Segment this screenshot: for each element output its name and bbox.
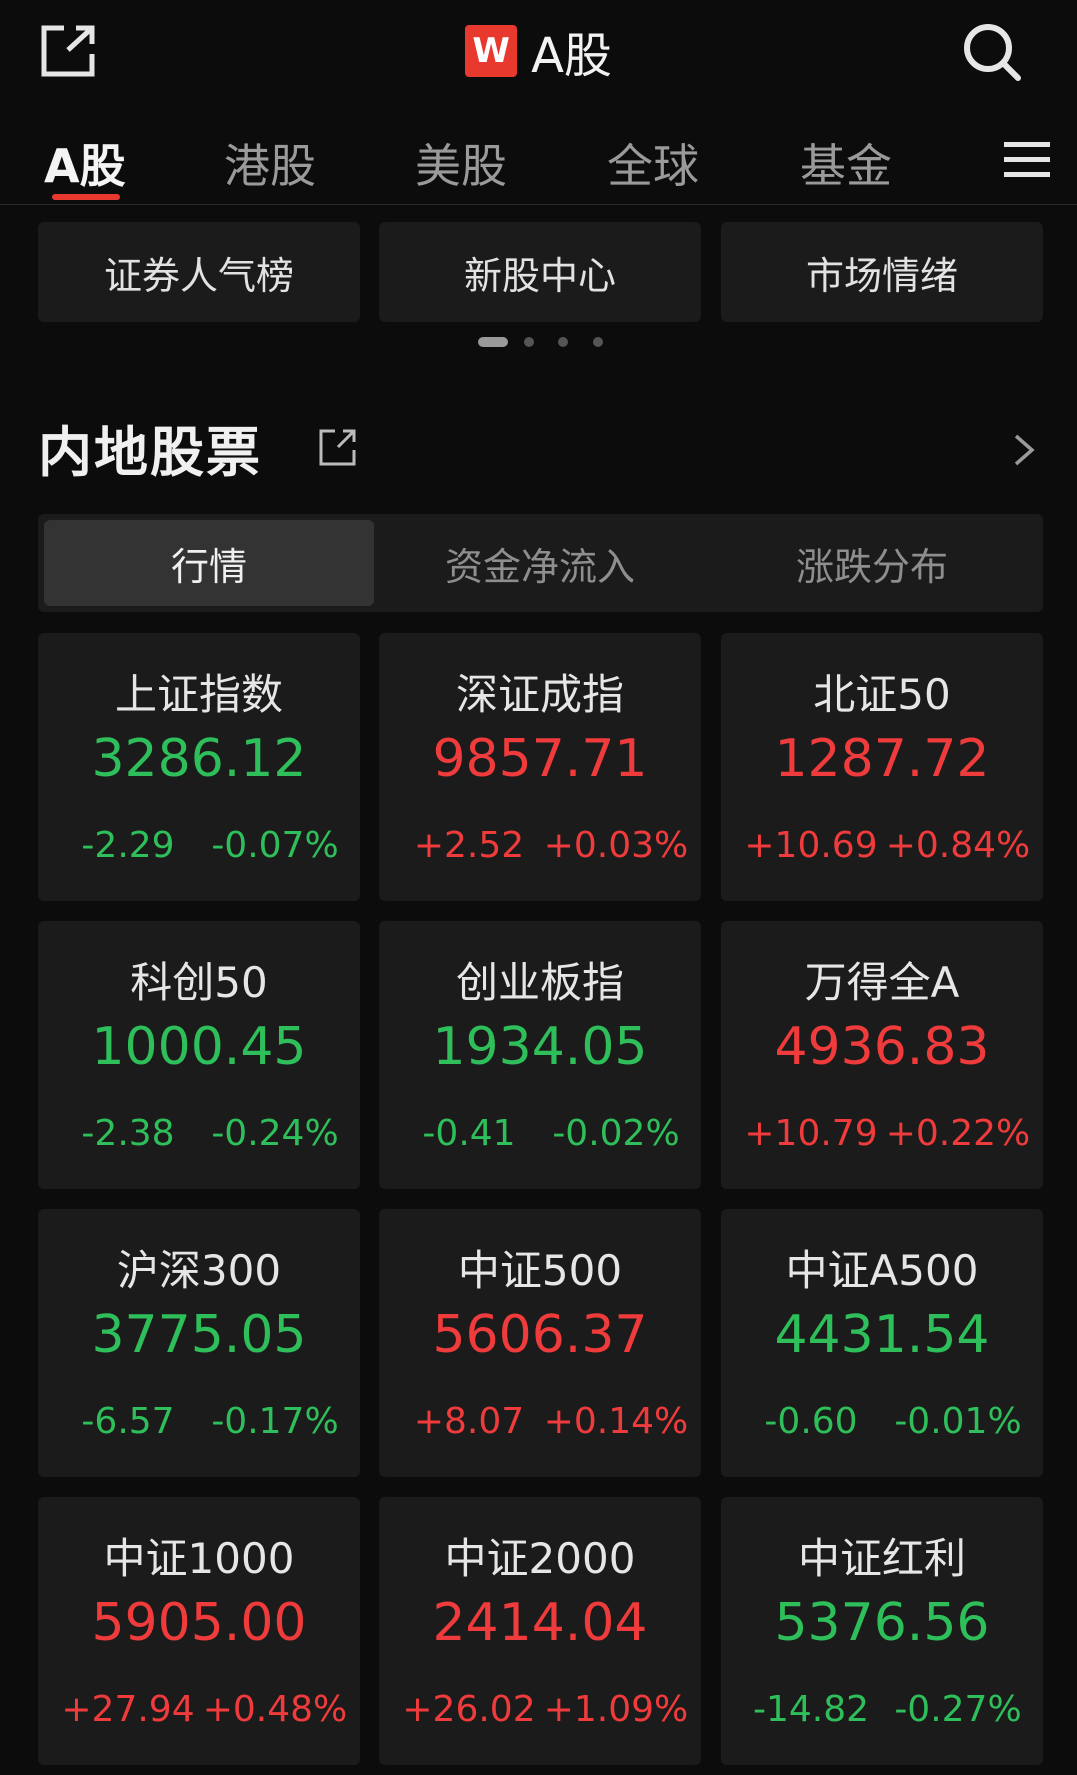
page-title: A股 [531,28,612,84]
page-dot [593,337,603,347]
menu-icon[interactable] [1004,140,1050,180]
index-price: 3286.12 [91,729,307,789]
search-icon[interactable] [960,20,1024,84]
active-tab-indicator [52,194,120,200]
index-name: 中证2000 [444,1534,636,1583]
index-price: 5905.00 [91,1593,307,1653]
index-change-percent: -0.02% [552,1113,680,1154]
external-link-icon[interactable] [318,427,358,467]
index-card[interactable]: 中证A500 4431.54 -0.60 -0.01% [721,1209,1043,1477]
tab-global[interactable]: 全球 [607,130,699,196]
page-indicator [478,337,618,347]
index-change-percent: -0.07% [211,825,339,866]
index-name: 北证50 [813,670,951,719]
section-title: 内地股票 [38,421,262,484]
quick-link-popular-brokers[interactable]: 证券人气榜 [38,222,360,322]
index-change-percent: +0.14% [543,1401,689,1442]
index-name: 中证A500 [785,1246,979,1295]
chevron-right-icon[interactable] [1010,430,1038,470]
segment-quotes[interactable]: 行情 [44,520,374,606]
tab-funds[interactable]: 基金 [800,130,892,196]
index-card[interactable]: 科创50 1000.45 -2.38 -0.24% [38,921,360,1189]
index-price: 9857.71 [432,729,648,789]
index-card[interactable]: 深证成指 9857.71 +2.52 +0.03% [379,633,701,901]
brand-logo: W [465,25,518,77]
index-price: 5376.56 [774,1593,990,1653]
quick-link-market-sentiment[interactable]: 市场情绪 [721,222,1043,322]
index-name: 创业板指 [455,958,624,1007]
index-card[interactable]: 上证指数 3286.12 -2.29 -0.07% [38,633,360,901]
index-change: -0.60 [764,1401,858,1442]
index-name: 中证红利 [797,1534,966,1583]
index-change: +10.79 [744,1113,878,1154]
index-change-percent: +1.09% [543,1689,689,1730]
index-name: 上证指数 [114,670,283,719]
index-change: +2.52 [413,825,525,866]
index-name: 万得全A [804,958,960,1007]
index-price: 1287.72 [774,729,990,789]
index-price: 4936.83 [774,1017,990,1077]
index-change: +8.07 [413,1401,525,1442]
segment-advance-decline[interactable]: 涨跌分布 [706,514,1038,612]
index-change: -0.41 [422,1113,516,1154]
index-card[interactable]: 沪深300 3775.05 -6.57 -0.17% [38,1209,360,1477]
index-change-percent: +0.03% [543,825,689,866]
index-name: 深证成指 [455,670,624,719]
page-dot [524,337,534,347]
index-price: 4431.54 [774,1305,990,1365]
index-change: +27.94 [61,1689,195,1730]
index-change-percent: +0.84% [885,825,1031,866]
index-card[interactable]: 中证500 5606.37 +8.07 +0.14% [379,1209,701,1477]
index-name: 科创50 [130,958,268,1007]
index-change-percent: +0.48% [202,1689,348,1730]
index-card[interactable]: 中证2000 2414.04 +26.02 +1.09% [379,1497,701,1765]
index-name: 中证1000 [103,1534,295,1583]
index-change: -6.57 [81,1401,175,1442]
index-change: +10.69 [744,825,878,866]
index-change: -2.38 [81,1113,175,1154]
index-card[interactable]: 中证1000 5905.00 +27.94 +0.48% [38,1497,360,1765]
top-bar: W A股 [0,0,1077,110]
index-card[interactable]: 万得全A 4936.83 +10.79 +0.22% [721,921,1043,1189]
index-change-percent: -0.27% [894,1689,1022,1730]
app-title-group: W A股 [0,18,1077,84]
market-tabs: A股 港股 美股 全球 基金 [0,118,1077,205]
index-card[interactable]: 北证50 1287.72 +10.69 +0.84% [721,633,1043,901]
page-dot [558,337,568,347]
index-change-percent: -0.17% [211,1401,339,1442]
tab-hk-stocks[interactable]: 港股 [224,130,316,196]
index-price: 1000.45 [91,1017,307,1077]
quick-link-ipo-center[interactable]: 新股中心 [379,222,701,322]
index-name: 中证500 [457,1246,623,1295]
index-change: -14.82 [752,1689,870,1730]
index-card[interactable]: 创业板指 1934.05 -0.41 -0.02% [379,921,701,1189]
segment-net-inflow[interactable]: 资金净流入 [374,514,706,612]
section-segmented-control: 行情 资金净流入 涨跌分布 [38,514,1043,612]
index-price: 1934.05 [432,1017,648,1077]
index-change-percent: +0.22% [885,1113,1031,1154]
tab-us-stocks[interactable]: 美股 [415,130,507,196]
page-dot-active [478,337,508,347]
index-change: -2.29 [81,825,175,866]
index-price: 5606.37 [432,1305,648,1365]
index-change-percent: -0.24% [211,1113,339,1154]
index-name: 沪深300 [116,1246,282,1295]
index-price: 2414.04 [432,1593,648,1653]
index-change-percent: -0.01% [894,1401,1022,1442]
index-card[interactable]: 中证红利 5376.56 -14.82 -0.27% [721,1497,1043,1765]
index-change: +26.02 [402,1689,536,1730]
tab-a-shares[interactable]: A股 [44,130,126,196]
index-price: 3775.05 [91,1305,307,1365]
